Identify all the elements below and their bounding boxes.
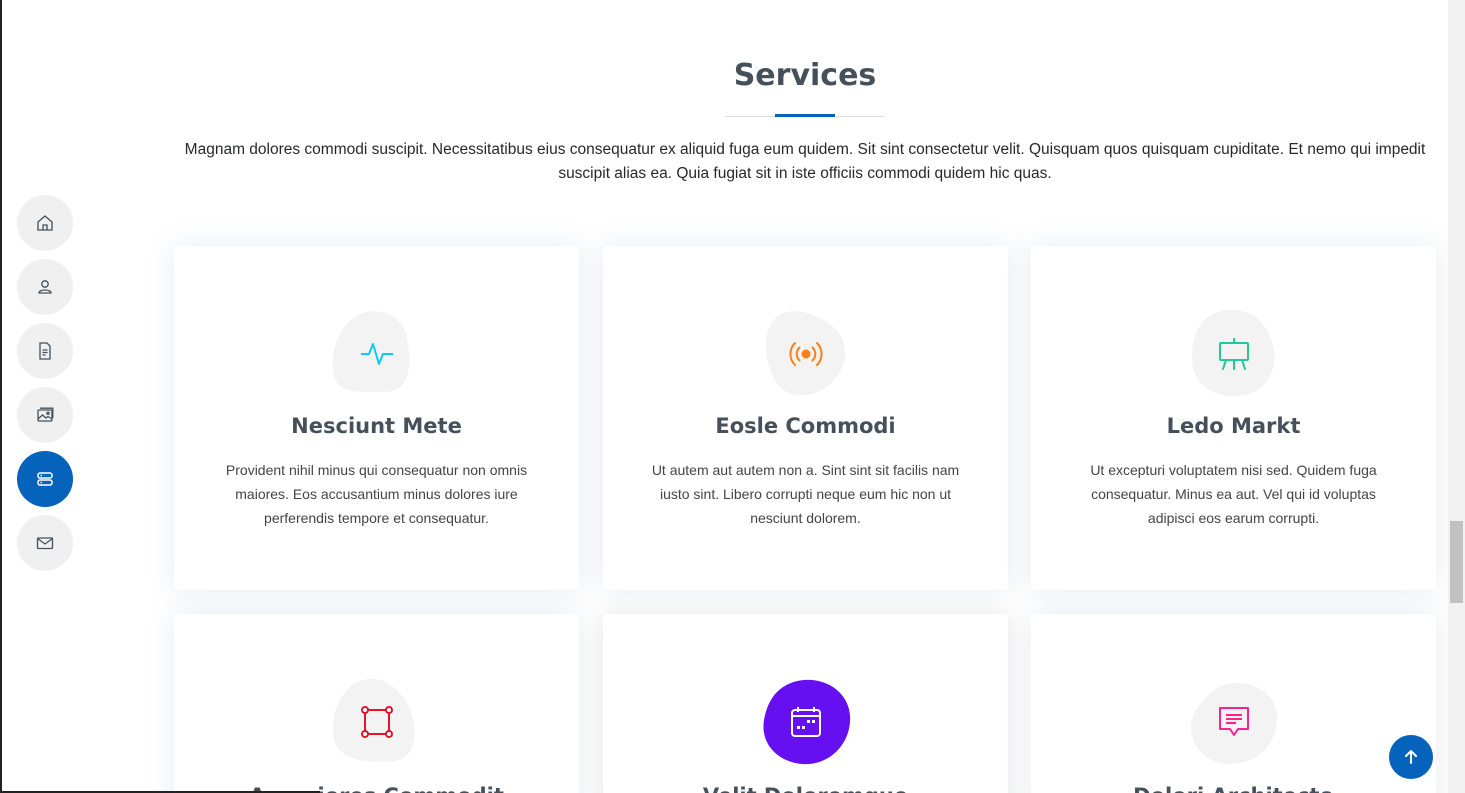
- section-title: Services: [733, 58, 877, 93]
- service-description: Ut excepturi voluptatem nisi sed. Quidem…: [1090, 462, 1377, 526]
- service-icon-box: [1188, 676, 1280, 768]
- service-icon-box: [331, 676, 423, 768]
- service-title[interactable]: Dolori Architecto: [1031, 784, 1436, 793]
- service-icon-box: [760, 676, 852, 768]
- service-card[interactable]: Nesciunt Mete Provident nihil minus qui …: [174, 246, 579, 590]
- nav-about-button[interactable]: [17, 259, 73, 315]
- chat-square-text-icon: [1218, 707, 1249, 736]
- window-left-border: [0, 0, 2, 793]
- activity-icon: [360, 343, 393, 365]
- service-title[interactable]: Eosle Commodi: [603, 414, 1008, 438]
- service-title[interactable]: Ledo Markt: [1031, 414, 1436, 438]
- nav-portfolio-button[interactable]: [17, 387, 73, 443]
- service-icon-box: [1188, 308, 1280, 400]
- service-title[interactable]: Nesciunt Mete: [174, 414, 579, 438]
- person-icon: [38, 280, 52, 294]
- service-description: Provident nihil minus qui consequatur no…: [225, 462, 528, 526]
- nav-home-button[interactable]: [17, 195, 73, 251]
- page-scrollbar[interactable]: [1448, 0, 1465, 793]
- bounding-box-icon: [360, 706, 393, 738]
- server-icon: [37, 472, 53, 486]
- nav-resume-button[interactable]: [17, 323, 73, 379]
- title-accent-bar: [775, 114, 835, 117]
- service-icon-box: [760, 308, 852, 400]
- service-card[interactable]: Eosle Commodi Ut autem aut autem non a. …: [603, 246, 1008, 590]
- calendar-icon: [790, 707, 821, 737]
- service-card[interactable]: Asperiores Commodit: [174, 614, 579, 793]
- service-card[interactable]: Ledo Markt Ut excepturi voluptatem nisi …: [1031, 246, 1436, 590]
- broadcast-icon: [788, 342, 823, 366]
- service-description: Ut autem aut autem non a. Sint sint sit …: [651, 462, 960, 526]
- side-nav: [17, 195, 73, 579]
- home-icon: [37, 215, 53, 231]
- nav-services-button[interactable]: [17, 451, 73, 507]
- file-text-icon: [39, 342, 51, 360]
- envelope-icon: [36, 537, 54, 550]
- section-description: Magnam dolores commodi suscipit. Necessi…: [184, 141, 1426, 182]
- scrollbar-thumb[interactable]: [1450, 521, 1463, 603]
- images-icon: [37, 407, 54, 422]
- back-to-top-button[interactable]: [1389, 735, 1433, 779]
- service-icon-box: [331, 308, 423, 400]
- service-card[interactable]: Dolori Architecto: [1031, 614, 1436, 793]
- nav-contact-button[interactable]: [17, 515, 73, 571]
- easel-icon: [1218, 338, 1249, 370]
- arrow-up-icon: [1405, 750, 1417, 764]
- service-card[interactable]: Velit Doloremque: [603, 614, 1008, 793]
- service-title[interactable]: Velit Doloremque: [603, 784, 1008, 793]
